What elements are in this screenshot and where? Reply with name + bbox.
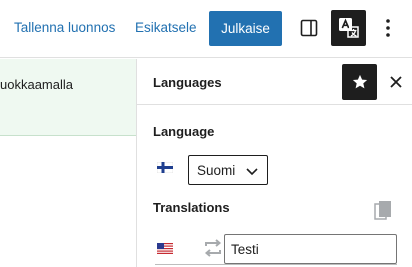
pin-plugin-button[interactable]	[342, 64, 377, 100]
sidebar-header: Languages	[137, 59, 412, 105]
success-notice: uokkaamalla	[0, 59, 136, 136]
chevron-down-icon	[246, 168, 258, 176]
close-sidebar-button[interactable]	[385, 71, 407, 93]
translation-title-input[interactable]	[224, 234, 397, 264]
save-draft-button[interactable]: Tallenna luonnos	[14, 20, 115, 35]
editor-canvas: uokkaamalla	[0, 59, 136, 267]
sidebar-toggle-button[interactable]	[294, 13, 324, 43]
sync-icon[interactable]	[203, 239, 223, 257]
sidebar-toggle-icon	[300, 19, 318, 37]
preview-button[interactable]: Esikatsele	[135, 20, 197, 35]
more-options-button[interactable]	[378, 13, 398, 43]
close-icon	[390, 76, 402, 88]
publish-button-label: Julkaise	[221, 21, 270, 36]
language-select[interactable]: Suomi	[188, 155, 268, 185]
translate-icon	[338, 18, 359, 38]
translate-button[interactable]	[331, 10, 366, 46]
more-vertical-icon	[386, 19, 390, 37]
us-flag-icon	[157, 243, 173, 254]
languages-sidebar: Languages Language Suomi Translations	[136, 59, 412, 267]
language-select-value: Suomi	[197, 163, 236, 178]
finland-flag-icon	[157, 162, 173, 173]
publish-button[interactable]: Julkaise	[209, 11, 282, 46]
language-section-label: Language	[153, 124, 215, 139]
star-icon	[352, 74, 367, 89]
notice-text: uokkaamalla	[0, 77, 73, 92]
copy-icon[interactable]	[373, 200, 393, 222]
translations-section-label: Translations	[153, 200, 230, 215]
editor-toolbar: Tallenna luonnos Esikatsele Julkaise	[0, 0, 412, 58]
sidebar-title: Languages	[153, 75, 222, 90]
